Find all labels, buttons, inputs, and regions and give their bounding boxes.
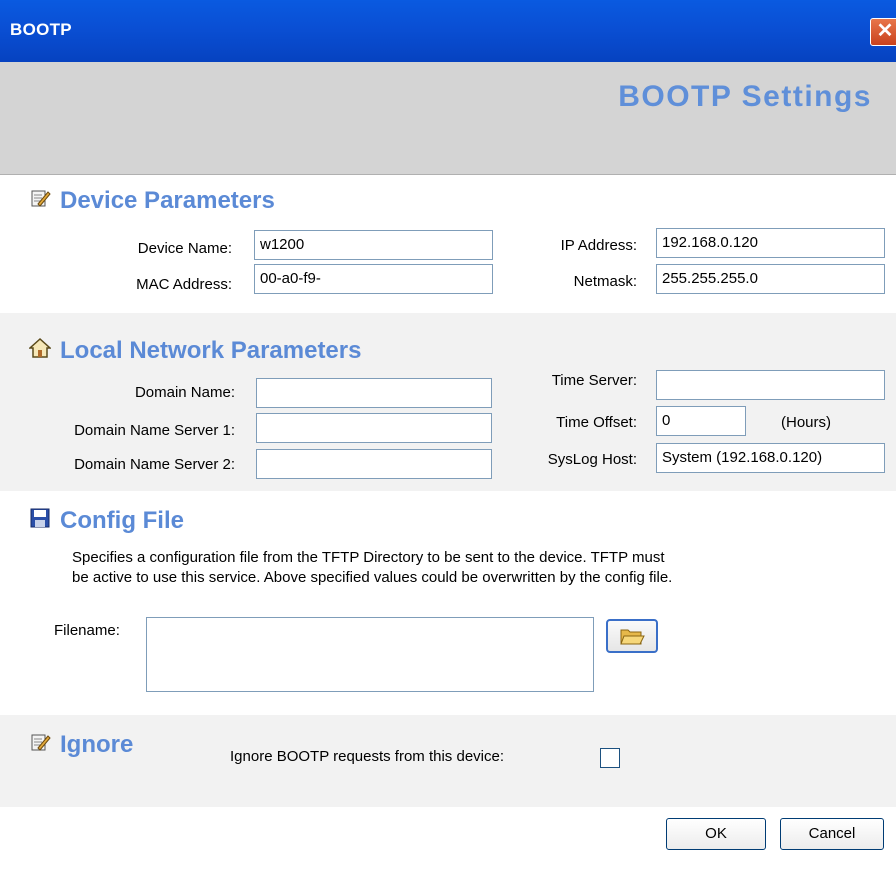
syslog-host-label: SysLog Host: bbox=[547, 451, 637, 468]
dns1-label: Domain Name Server 1: bbox=[74, 422, 235, 439]
folder-open-icon bbox=[619, 624, 645, 646]
ignore-checkbox[interactable] bbox=[600, 748, 620, 768]
config-description-line-1: Specifies a configuration file from the … bbox=[72, 549, 665, 566]
time-offset-field[interactable]: 0 bbox=[656, 406, 746, 436]
window-title: BOOTP bbox=[10, 20, 72, 39]
time-server-label: Time Server: bbox=[551, 372, 637, 389]
device-name-label: Device Name: bbox=[137, 240, 232, 257]
domain-name-field[interactable] bbox=[256, 378, 492, 408]
ignore-checkbox-label: Ignore BOOTP requests from this device: bbox=[230, 748, 505, 765]
ignore-title: Ignore bbox=[60, 731, 134, 758]
netmask-label: Netmask: bbox=[573, 273, 637, 290]
ip-address-field[interactable]: 192.168.0.120 bbox=[656, 228, 885, 258]
local-network-title: Local Network Parameters bbox=[60, 337, 362, 364]
config-description-line-2: be active to use this service. Above spe… bbox=[72, 569, 673, 586]
config-file-title: Config File bbox=[60, 507, 184, 534]
page-title: BOOTP Settings bbox=[618, 80, 872, 113]
header-band: BOOTP Settings bbox=[0, 62, 896, 175]
mac-address-field[interactable]: 00-a0-f9- bbox=[254, 264, 493, 294]
time-offset-unit: (Hours) bbox=[781, 414, 832, 431]
filename-field[interactable] bbox=[146, 617, 594, 692]
browse-button[interactable] bbox=[606, 619, 658, 653]
domain-name-label: Domain Name: bbox=[134, 384, 235, 401]
device-name-field[interactable]: w1200 bbox=[254, 230, 493, 260]
config-file-description: Specifies a configuration file from the … bbox=[72, 548, 832, 588]
local-network-heading: Local Network Parameters bbox=[28, 337, 361, 365]
config-file-heading: Config File bbox=[28, 507, 184, 535]
ip-address-label: IP Address: bbox=[560, 237, 637, 254]
edit-pencil-icon bbox=[28, 731, 52, 759]
mac-address-label: MAC Address: bbox=[136, 276, 232, 293]
ok-button[interactable]: OK bbox=[666, 818, 766, 850]
title-bar: BOOTP ✕ bbox=[0, 0, 896, 62]
edit-pencil-icon bbox=[28, 187, 52, 215]
netmask-field[interactable]: 255.255.255.0 bbox=[656, 264, 885, 294]
ignore-heading: Ignore bbox=[28, 731, 133, 759]
time-offset-label: Time Offset: bbox=[556, 414, 637, 431]
syslog-host-field[interactable]: System (192.168.0.120) bbox=[656, 443, 885, 473]
filename-label: Filename: bbox=[54, 622, 120, 639]
cancel-button[interactable]: Cancel bbox=[780, 818, 884, 850]
house-icon bbox=[28, 337, 52, 365]
dns2-label: Domain Name Server 2: bbox=[74, 456, 235, 473]
floppy-disk-icon bbox=[28, 507, 52, 535]
close-button[interactable]: ✕ bbox=[870, 18, 896, 46]
dns2-field[interactable] bbox=[256, 449, 492, 479]
dns1-field[interactable] bbox=[256, 413, 492, 443]
time-server-field[interactable] bbox=[656, 370, 885, 400]
device-parameters-title: Device Parameters bbox=[60, 187, 275, 214]
close-icon: ✕ bbox=[876, 20, 894, 42]
device-parameters-heading: Device Parameters bbox=[28, 187, 275, 215]
